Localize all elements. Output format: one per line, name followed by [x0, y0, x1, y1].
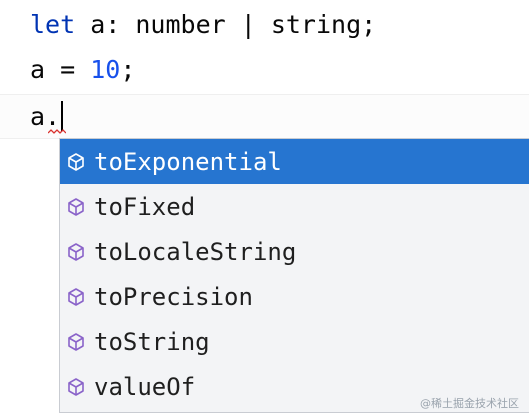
method-cube-icon: [65, 331, 87, 353]
code-line-2-prefix: a =: [30, 55, 91, 84]
error-squiggle: [48, 129, 66, 134]
number-literal: 10: [90, 55, 121, 84]
code-line-2-suffix: ;: [120, 55, 136, 84]
completion-item-label: toString: [94, 327, 210, 356]
completion-item-label: toFixed: [94, 192, 196, 221]
method-cube-icon: [65, 241, 87, 263]
method-cube-icon: [65, 196, 87, 218]
watermark: @稀土掘金技术社区: [420, 397, 519, 410]
completion-popup[interactable]: toExponential toFixed toLocaleString toP…: [59, 138, 529, 413]
code-line-1: let a: number | string;: [30, 2, 376, 47]
method-cube-icon: [65, 376, 87, 398]
completion-item[interactable]: toFixed: [60, 184, 529, 229]
code-line-3-text: a.: [30, 102, 61, 131]
completion-item-label: valueOf: [94, 372, 196, 401]
completion-item-label: toExponential: [94, 147, 282, 176]
code-line-2: a = 10;: [30, 47, 135, 92]
text-caret: [61, 101, 64, 131]
keyword-let: let: [30, 10, 76, 39]
completion-item[interactable]: toLocaleString: [60, 229, 529, 274]
code-line-1-rest: a: number | string;: [75, 10, 377, 39]
completion-item[interactable]: toPrecision: [60, 274, 529, 319]
completion-item[interactable]: toString: [60, 319, 529, 364]
completion-item[interactable]: toExponential: [60, 139, 529, 184]
method-cube-icon: [65, 286, 87, 308]
current-line[interactable]: a.: [0, 94, 529, 139]
completion-item-label: toLocaleString: [94, 237, 297, 266]
completion-item-label: toPrecision: [94, 282, 253, 311]
method-cube-icon: [65, 151, 87, 173]
